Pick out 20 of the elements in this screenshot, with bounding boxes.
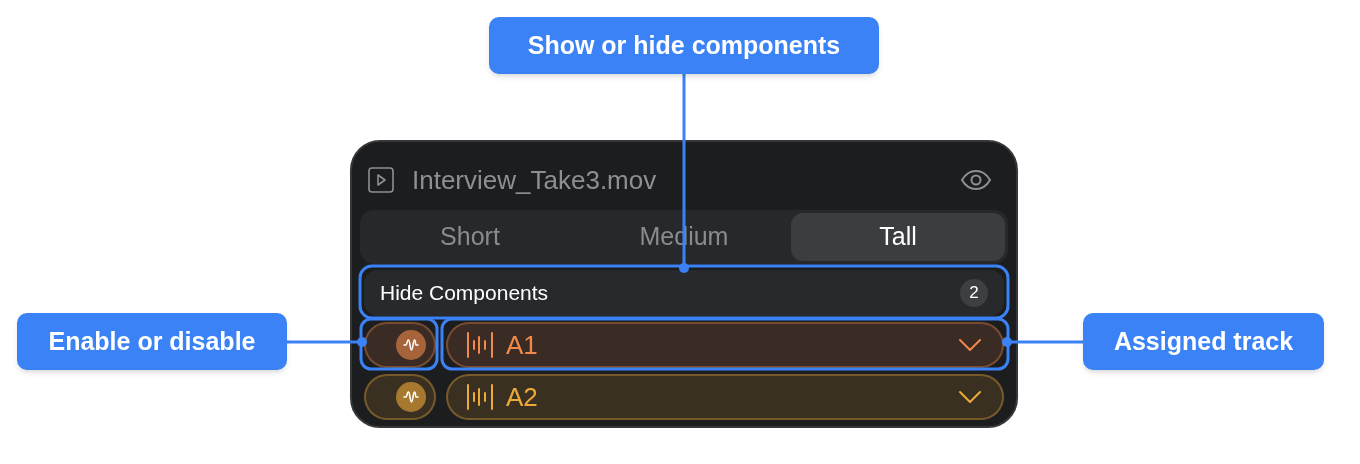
play-icon <box>368 167 394 193</box>
audio-bars-icon <box>466 331 496 359</box>
size-tab[interactable]: Tall <box>791 213 1005 261</box>
track-select[interactable]: A1 <box>446 322 1004 368</box>
eye-icon[interactable] <box>960 169 992 191</box>
chevron-down-icon <box>958 338 982 352</box>
callout-label: Enable or disable <box>17 313 287 370</box>
wave-icon <box>403 390 419 404</box>
audio-bars-icon <box>466 383 496 411</box>
count-badge: 2 <box>960 279 988 307</box>
enable-toggle[interactable] <box>364 374 436 420</box>
size-tab[interactable]: Short <box>363 213 577 261</box>
callout-label: Assigned track <box>1083 313 1324 370</box>
hide-components-label: Hide Components <box>380 280 549 307</box>
callout-label: Show or hide components <box>489 17 879 74</box>
wave-icon <box>403 338 419 352</box>
file-name: Interview_Take3.mov <box>412 163 657 197</box>
track-select[interactable]: A2 <box>446 374 1004 420</box>
hide-components-row[interactable]: Hide Components 2 <box>364 270 1004 316</box>
chevron-down-icon <box>958 390 982 404</box>
